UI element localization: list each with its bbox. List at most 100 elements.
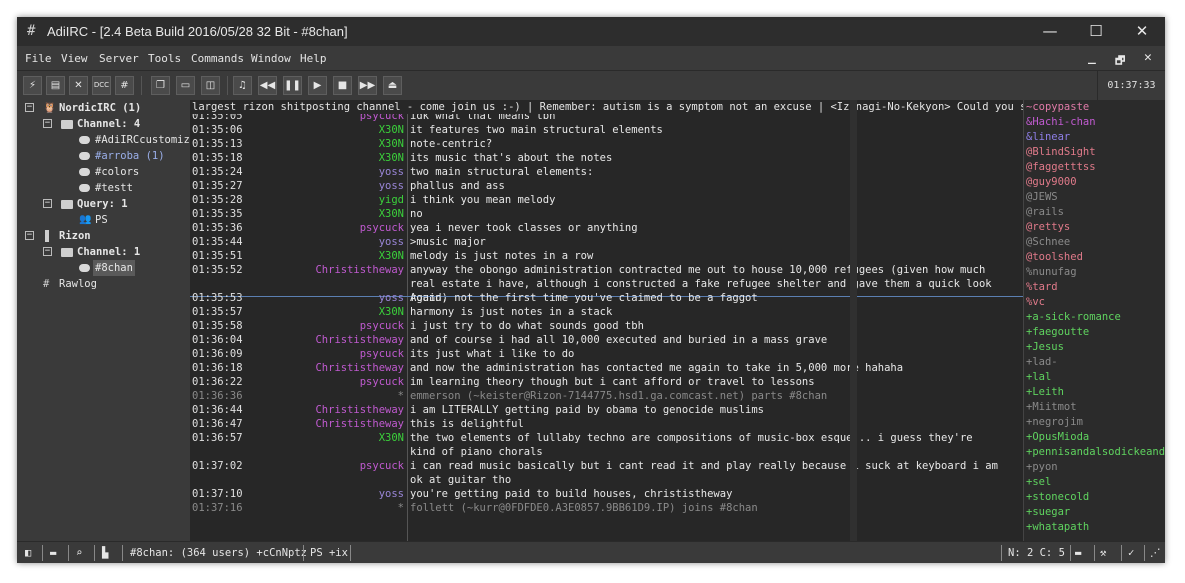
message-nick[interactable]: psycuck — [250, 375, 404, 389]
nicklist-item[interactable]: @guy9000 — [1026, 176, 1077, 188]
nicklist-item[interactable]: ~copypaste — [1026, 101, 1089, 113]
collapse-icon[interactable]: − — [43, 199, 52, 208]
media-next-icon[interactable]: ▶▶ — [358, 76, 377, 95]
message-nick[interactable]: X30N — [250, 305, 404, 319]
collapse-icon[interactable]: − — [43, 119, 52, 128]
message-nick[interactable]: X30N — [250, 151, 404, 165]
nicklist-item[interactable]: &linear — [1026, 131, 1070, 143]
menu-tools[interactable]: Tools — [148, 52, 181, 65]
nicklist-item[interactable]: +lal — [1026, 371, 1051, 383]
message-nick[interactable]: * — [250, 389, 404, 403]
media-eject-icon[interactable]: ⏏ — [383, 76, 402, 95]
collapse-icon[interactable]: − — [43, 247, 52, 256]
nicklist-item[interactable]: +negrojim — [1026, 416, 1083, 428]
menu-commands[interactable]: Commands — [191, 52, 244, 65]
check-icon[interactable]: ✓ — [1128, 547, 1134, 559]
nicklist-item[interactable]: +whatapath — [1026, 521, 1089, 533]
message-nick[interactable]: X30N — [250, 123, 404, 137]
media-pause-icon[interactable]: ❚❚ — [283, 76, 302, 95]
message-nick[interactable]: X30N — [250, 431, 404, 445]
media-play-icon[interactable]: ▶ — [308, 76, 327, 95]
title-bar[interactable]: # AdiIRC - [2.4 Beta Build 2016/05/28 32… — [17, 17, 1165, 46]
message-nick[interactable]: Christistheway — [250, 417, 404, 431]
connect-icon[interactable]: ⚡ — [23, 76, 42, 95]
nicklist-item[interactable]: %vc — [1026, 296, 1045, 308]
message-nick[interactable]: yoss — [250, 165, 404, 179]
collapse-icon[interactable]: − — [25, 103, 34, 112]
mdi-minimize-button[interactable]: _ — [1088, 50, 1096, 65]
toggle-toolbar-icon[interactable]: ▬ — [50, 547, 56, 559]
nicklist-item[interactable]: @toolshed — [1026, 251, 1083, 263]
channels-icon[interactable]: # — [115, 76, 134, 95]
nicklist-item[interactable]: &Hachi-chan — [1026, 116, 1096, 128]
nicklist-item[interactable]: @JEWS — [1026, 191, 1058, 203]
away-icon[interactable]: ▬ — [1075, 547, 1081, 559]
message-nick[interactable]: yoss — [250, 179, 404, 193]
menu-file[interactable]: File — [25, 52, 52, 65]
nicklist-item[interactable]: +faegoutte — [1026, 326, 1089, 338]
message-nick[interactable]: X30N — [250, 207, 404, 221]
nicklist-item[interactable]: +sel — [1026, 476, 1051, 488]
tools-icon[interactable]: ⚒ — [1100, 547, 1106, 559]
nicklist-item[interactable]: +pennisandalsodickeandb — [1026, 446, 1165, 458]
nick-list[interactable]: ~copypaste &Hachi-chan &linear @BlindSight @… — [1023, 100, 1165, 541]
window-tile-vertical-icon[interactable]: ◫ — [201, 76, 220, 95]
maximize-button[interactable]: ☐ — [1073, 17, 1119, 46]
menu-server[interactable]: Server — [99, 52, 139, 65]
window-cascade-icon[interactable]: ❐ — [151, 76, 170, 95]
search-icon[interactable]: ⌕ — [76, 547, 82, 559]
media-previous-icon[interactable]: ◀◀ — [258, 76, 277, 95]
message-scrollbar[interactable] — [850, 100, 857, 541]
message-nick[interactable]: yigd — [250, 193, 404, 207]
playlist-icon[interactable]: ♫ — [233, 76, 252, 95]
mdi-restore-button[interactable]: 🗗 — [1115, 52, 1125, 71]
dcc-icon[interactable]: DCC — [92, 76, 111, 95]
nicklist-item[interactable]: @Schnee — [1026, 236, 1070, 248]
collapse-icon[interactable]: − — [25, 231, 34, 240]
options-icon[interactable]: ✕ — [69, 76, 88, 95]
message-nick[interactable]: psycuck — [250, 347, 404, 361]
close-button[interactable]: ✕ — [1119, 17, 1165, 46]
message-nick[interactable]: X30N — [250, 249, 404, 263]
mdi-close-button[interactable]: ✕ — [1144, 50, 1152, 65]
nicklist-item[interactable]: +Miitmot — [1026, 401, 1077, 413]
menu-window[interactable]: Window — [251, 52, 291, 65]
message-nick[interactable]: yoss — [250, 235, 404, 249]
media-stop-icon[interactable]: ■ — [333, 76, 352, 95]
message-nick[interactable]: * — [250, 501, 404, 515]
nicklist-item[interactable]: %nunufag — [1026, 266, 1077, 278]
message-nick[interactable]: Christistheway — [250, 361, 404, 375]
resize-grip-icon[interactable]: ⋰ — [1150, 547, 1161, 559]
minimize-button[interactable]: — — [1027, 17, 1073, 46]
message-nick[interactable]: Christistheway — [250, 333, 404, 347]
nicklist-item[interactable]: +Jesus — [1026, 341, 1064, 353]
nicklist-item[interactable]: %tard — [1026, 281, 1058, 293]
nicklist-item[interactable]: +stonecold — [1026, 491, 1089, 503]
message-nick[interactable]: yoss — [250, 487, 404, 501]
message-area[interactable]: 01:35:05 psycuck idk what that means tbh 01… — [190, 114, 1023, 541]
nicklist-item[interactable]: +a-sick-romance — [1026, 311, 1121, 323]
nicklist-item[interactable]: @rails — [1026, 206, 1064, 218]
window-tile-horizontal-icon[interactable]: ▭ — [176, 76, 195, 95]
message-nick[interactable]: Christistheway — [250, 403, 404, 417]
notes-icon[interactable]: ▙ — [102, 547, 108, 559]
message-nick[interactable]: psycuck — [250, 319, 404, 333]
message-nick[interactable]: yoss — [250, 291, 404, 305]
message-nick[interactable]: X30N — [250, 137, 404, 151]
message-nick[interactable]: psycuck — [250, 114, 404, 123]
toggle-treebar-icon[interactable]: ◧ — [25, 547, 31, 559]
nicklist-item[interactable]: +lad- — [1026, 356, 1058, 368]
menu-help[interactable]: Help — [300, 52, 327, 65]
menu-view[interactable]: View — [61, 52, 88, 65]
channel-list-icon[interactable]: ▤ — [46, 76, 65, 95]
nicklist-item[interactable]: @rettys — [1026, 221, 1070, 233]
message-nick[interactable]: psycuck — [250, 459, 404, 473]
message-nick[interactable]: Christistheway — [250, 263, 404, 277]
nicklist-item[interactable]: @faggetttss — [1026, 161, 1096, 173]
nicklist-item[interactable]: +Leith — [1026, 386, 1064, 398]
nicklist-item[interactable]: +pyon — [1026, 461, 1058, 473]
nicklist-item[interactable]: @BlindSight — [1026, 146, 1096, 158]
nicklist-item[interactable]: +suegar — [1026, 506, 1070, 518]
nicklist-item[interactable]: +OpusMioda — [1026, 431, 1089, 443]
channel-topic[interactable]: largest rizon shitposting channel - come… — [190, 100, 1025, 114]
